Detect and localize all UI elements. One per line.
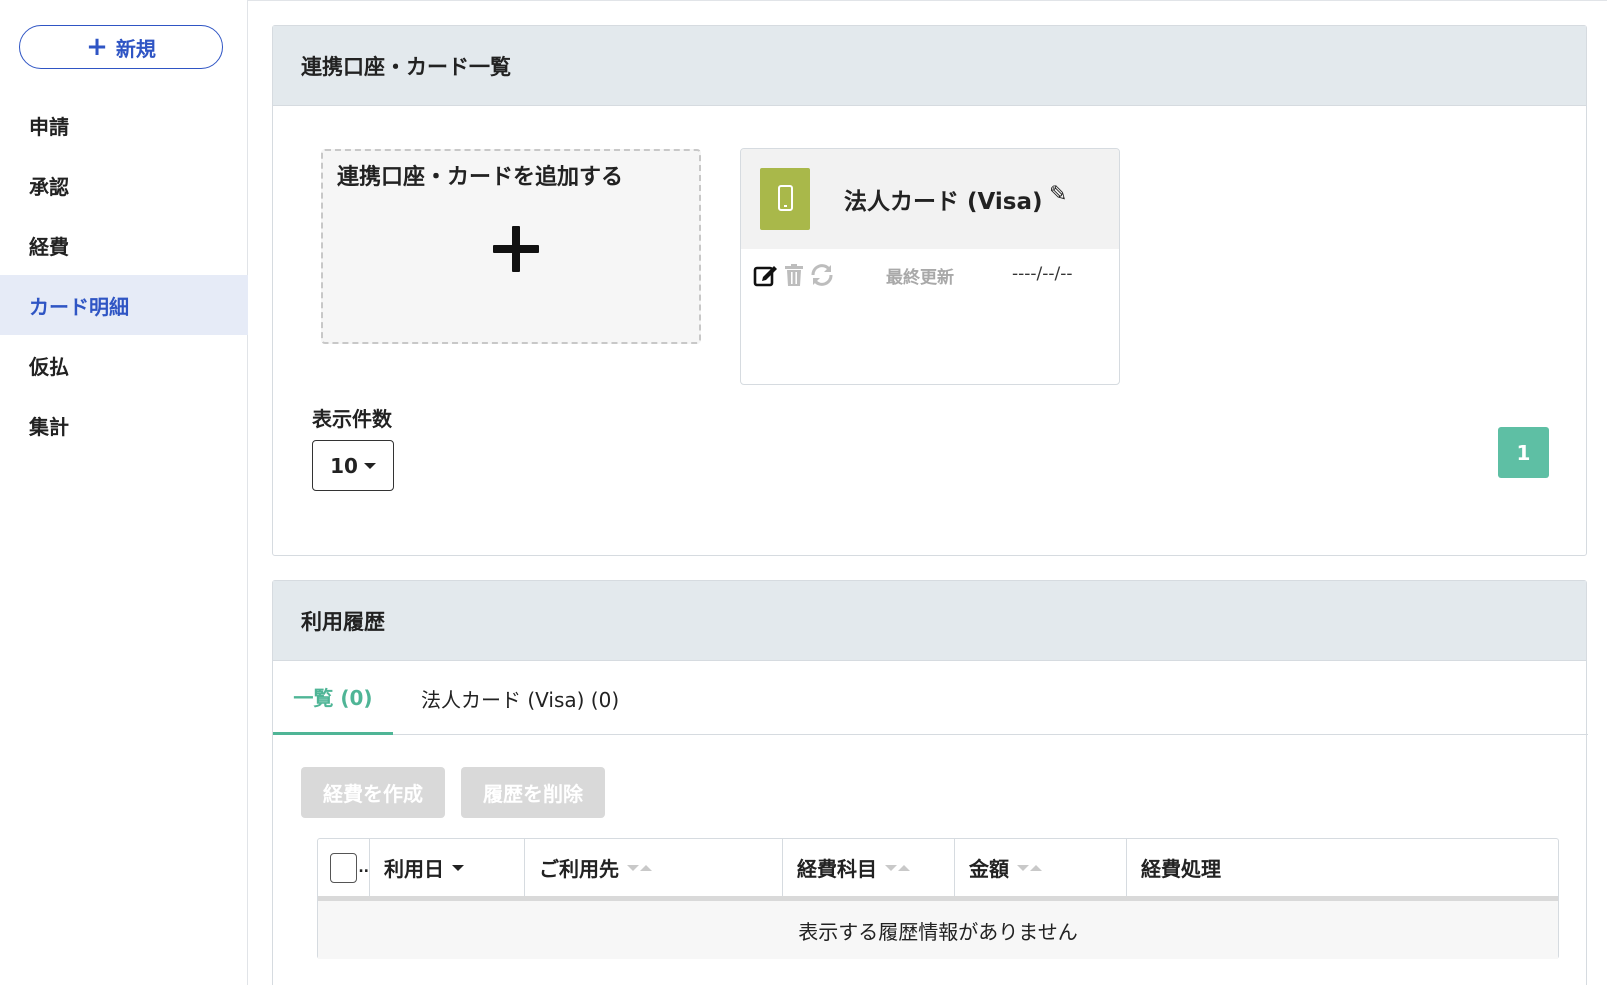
phone-icon bbox=[778, 185, 793, 211]
select-all-checkbox[interactable] bbox=[330, 852, 358, 883]
column-merchant-label: ご利用先 bbox=[539, 857, 619, 881]
sort-icon bbox=[885, 864, 910, 871]
tab-corporate-card[interactable]: 法人カード (Visa) (0) bbox=[421, 661, 619, 735]
last-updated-label: 最終更新 bbox=[886, 268, 954, 288]
sidebar-item-expenses[interactable]: 経費 bbox=[0, 215, 248, 275]
new-button[interactable]: + 新規 bbox=[19, 25, 223, 69]
sidebar-item-application[interactable]: 申請 bbox=[0, 95, 248, 155]
sidebar-item-advance-payment[interactable]: 仮払 bbox=[0, 335, 248, 395]
plus-icon: + bbox=[86, 32, 108, 62]
card-name: 法人カード (Visa) bbox=[844, 189, 1043, 215]
per-page-label: 表示件数 bbox=[312, 407, 392, 431]
sidebar-item-reports[interactable]: 集計 bbox=[0, 395, 248, 455]
pagination-page-1[interactable]: 1 bbox=[1498, 427, 1549, 478]
delete-history-button[interactable]: 履歴を削除 bbox=[461, 767, 605, 818]
pencil-icon[interactable]: ✎ bbox=[1049, 182, 1067, 207]
column-expense-category[interactable]: 経費科目 bbox=[783, 839, 955, 896]
edit-icon[interactable] bbox=[752, 261, 780, 289]
sidebar-item-card-statements[interactable]: カード明細 bbox=[0, 275, 248, 335]
history-tabs: 一覧 (0) 法人カード (Visa) (0) bbox=[273, 661, 1588, 735]
column-amount[interactable]: 金額 bbox=[955, 839, 1127, 896]
history-table: .. 利用日 ご利用先 経費科目 金額 経費処理 表示する履歴情報がありません bbox=[317, 838, 1559, 959]
add-account-card-button[interactable]: 連携口座・カードを追加する bbox=[321, 149, 701, 344]
trash-icon[interactable] bbox=[780, 261, 808, 289]
usage-history-title: 利用履歴 bbox=[273, 581, 1586, 661]
per-page-value: 10 bbox=[330, 453, 358, 478]
caret-down-icon bbox=[363, 462, 376, 469]
sidebar-nav: 申請 承認 経費 カード明細 仮払 集計 bbox=[0, 95, 248, 455]
sort-icon bbox=[1017, 864, 1042, 871]
card-type-icon bbox=[760, 168, 810, 230]
last-updated-value: ----/--/-- bbox=[1012, 264, 1073, 284]
column-expense-processing: 経費処理 bbox=[1127, 839, 1558, 896]
sort-icon bbox=[627, 864, 652, 871]
sort-desc-icon bbox=[452, 864, 464, 871]
top-divider bbox=[248, 0, 1607, 3]
refresh-icon[interactable] bbox=[808, 261, 836, 289]
column-usage-date[interactable]: 利用日 bbox=[370, 839, 525, 896]
empty-message: 表示する履歴情報がありません bbox=[798, 919, 1078, 944]
empty-table-row: 表示する履歴情報がありません bbox=[318, 901, 1558, 959]
plus-icon bbox=[493, 226, 539, 272]
linked-card: 法人カード (Visa) ✎ 最終更新 ----/--/-- bbox=[740, 148, 1120, 385]
per-page-select[interactable]: 10 bbox=[312, 440, 394, 491]
card-header: 法人カード (Visa) ✎ bbox=[741, 149, 1119, 249]
linked-accounts-title: 連携口座・カード一覧 bbox=[273, 26, 1586, 106]
add-account-card-label: 連携口座・カードを追加する bbox=[337, 165, 624, 190]
column-merchant[interactable]: ご利用先 bbox=[525, 839, 783, 896]
select-all-column: .. bbox=[318, 839, 370, 896]
tab-all[interactable]: 一覧 (0) bbox=[273, 661, 393, 735]
card-actions bbox=[752, 261, 836, 289]
column-amount-label: 金額 bbox=[969, 857, 1009, 881]
column-expense-category-label: 経費科目 bbox=[797, 857, 877, 881]
sidebar: + 新規 申請 承認 経費 カード明細 仮払 集計 bbox=[0, 0, 248, 985]
new-button-label: 新規 bbox=[115, 36, 156, 61]
linked-accounts-panel: 連携口座・カード一覧 連携口座・カードを追加する 法人カード (Visa) ✎ … bbox=[272, 25, 1587, 556]
table-header: .. 利用日 ご利用先 経費科目 金額 経費処理 bbox=[318, 839, 1558, 901]
usage-history-panel: 利用履歴 一覧 (0) 法人カード (Visa) (0) 経費を作成 履歴を削除… bbox=[272, 580, 1588, 985]
sidebar-item-approval[interactable]: 承認 bbox=[0, 155, 248, 215]
column-usage-date-label: 利用日 bbox=[384, 857, 444, 881]
column-truncated: .. bbox=[358, 859, 369, 876]
create-expense-button[interactable]: 経費を作成 bbox=[301, 767, 445, 818]
column-expense-processing-label: 経費処理 bbox=[1141, 857, 1221, 881]
